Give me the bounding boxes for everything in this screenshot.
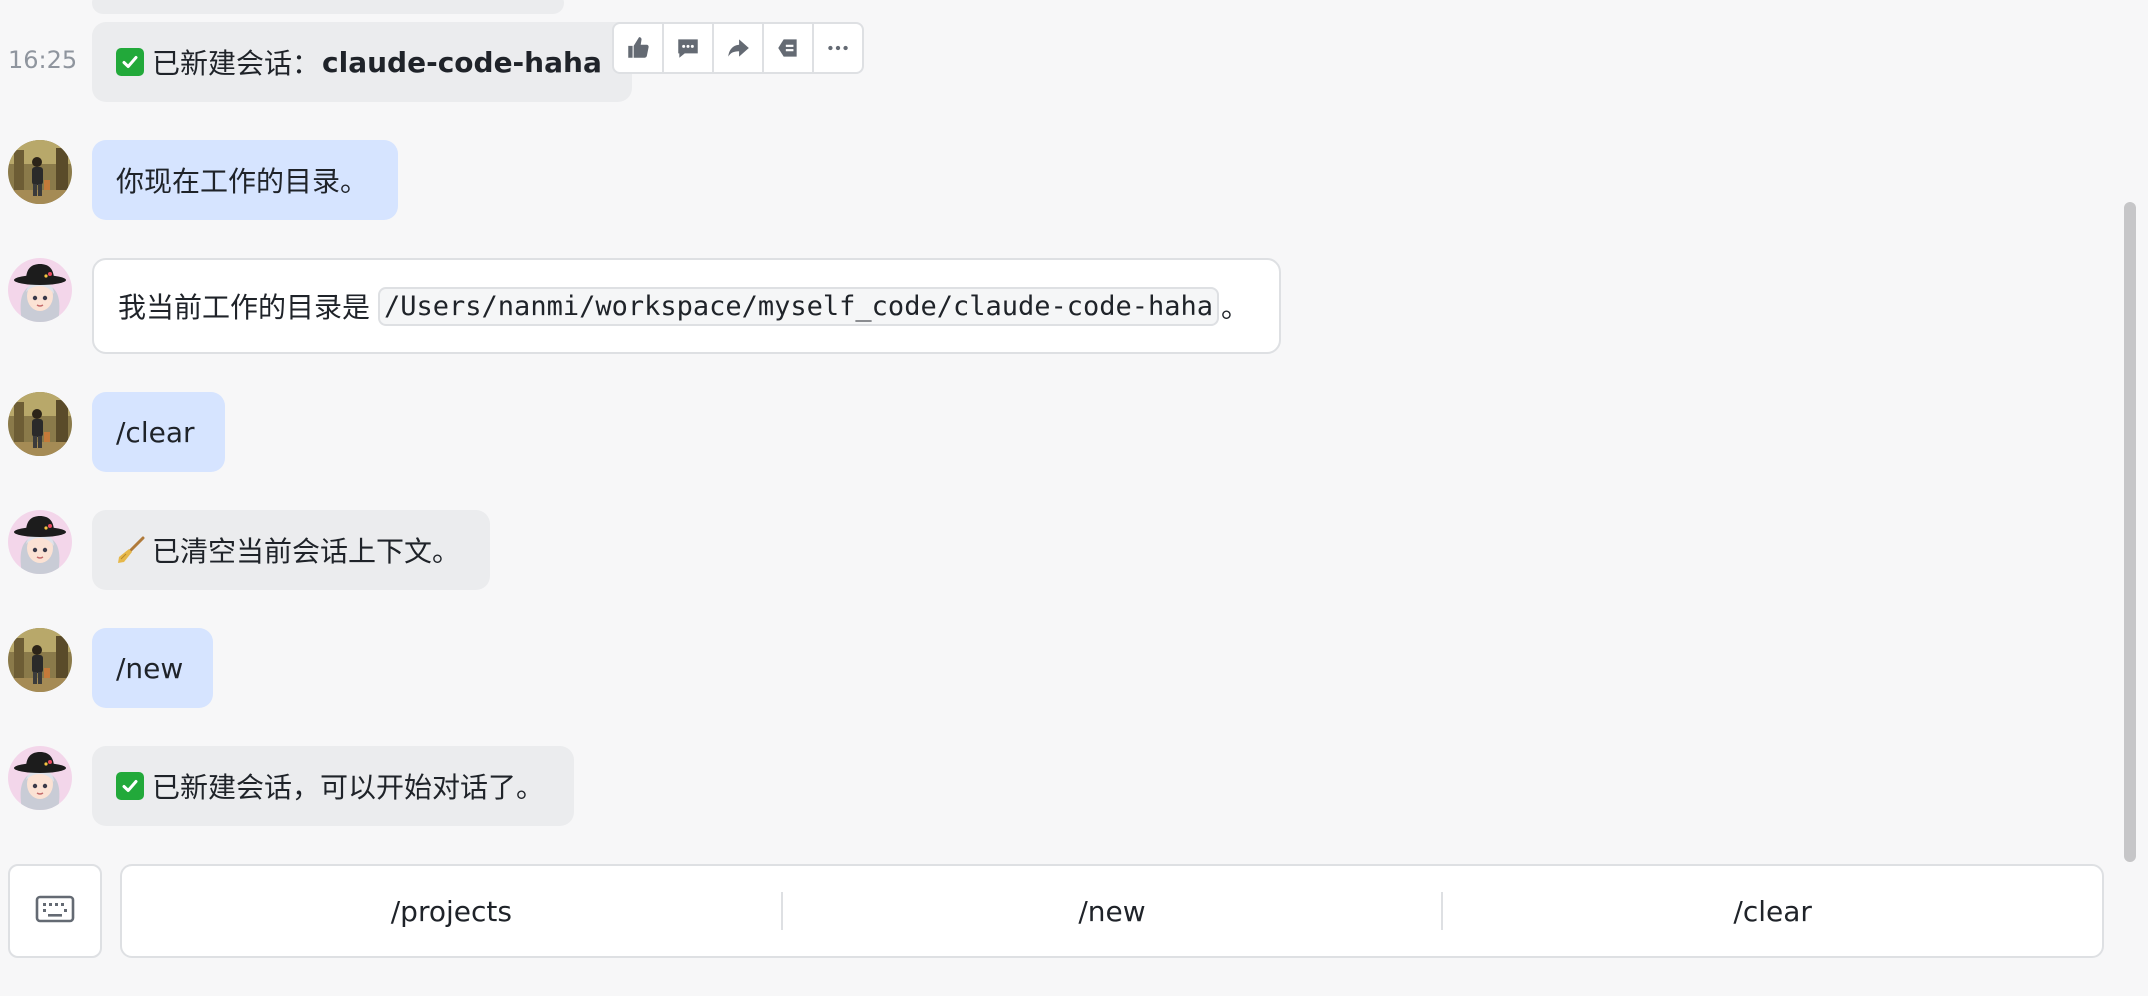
keyboard-icon	[35, 893, 75, 929]
session-name: claude-code-haha	[322, 45, 602, 79]
inline-code-path: /Users/nanmi/workspace/myself_code/claud…	[378, 286, 1220, 326]
quick-command-projects[interactable]: /projects	[122, 895, 781, 928]
bot-message-new-session: 已新建会话，可以开始对话了。	[92, 746, 575, 826]
bot-avatar[interactable]	[8, 746, 72, 810]
message-text: 已清空当前会话上下文。	[152, 535, 461, 568]
message-text: /new	[116, 651, 184, 685]
check-mark-icon	[116, 48, 144, 76]
bot-avatar[interactable]	[8, 258, 72, 322]
message-timestamp: 16:25	[8, 46, 78, 74]
quote-icon[interactable]	[764, 24, 814, 72]
message-text-suffix: 。	[1221, 291, 1250, 324]
user-message-bubble: /new	[92, 628, 214, 708]
bot-message-card: 我当前工作的目录是 /Users/nanmi/workspace/myself_…	[92, 258, 1282, 354]
message-text: 已新建会话：	[152, 47, 321, 80]
user-avatar[interactable]	[8, 140, 72, 204]
keyboard-toggle-button[interactable]	[8, 864, 102, 958]
quick-command-bar: /projects /new /clear	[120, 864, 2104, 958]
check-mark-icon	[116, 772, 144, 800]
bot-message-new-session: 已新建会话： claude-code-haha	[92, 22, 632, 102]
thumbs-up-icon[interactable]	[614, 24, 664, 72]
user-message-bubble: /clear	[92, 392, 225, 472]
message-text: 我当前工作的目录是	[118, 291, 371, 324]
chat-window: 16:25 已新建会话： claude-code-haha 你现在工作的目录。 …	[0, 0, 2148, 996]
message-text: /clear	[116, 415, 195, 449]
user-avatar[interactable]	[8, 628, 72, 692]
user-avatar[interactable]	[8, 392, 72, 456]
previous-message-bubble	[92, 0, 564, 14]
scrollbar-thumb[interactable]	[2124, 202, 2136, 862]
message-text: 已新建会话，可以开始对话了。	[152, 771, 545, 804]
message-action-toolbar	[612, 22, 864, 74]
bot-message-cleared: 已清空当前会话上下文。	[92, 510, 491, 590]
comment-icon[interactable]	[664, 24, 714, 72]
bot-avatar[interactable]	[8, 510, 72, 574]
quick-command-new[interactable]: /new	[783, 895, 1442, 928]
message-list[interactable]: 16:25 已新建会话： claude-code-haha 你现在工作的目录。 …	[0, 0, 2120, 860]
broom-icon	[116, 535, 146, 565]
quick-command-clear[interactable]: /clear	[1443, 895, 2102, 928]
share-icon[interactable]	[714, 24, 764, 72]
user-message-bubble: 你现在工作的目录。	[92, 140, 399, 220]
message-text: 你现在工作的目录。	[116, 165, 369, 198]
more-icon[interactable]	[814, 24, 862, 72]
